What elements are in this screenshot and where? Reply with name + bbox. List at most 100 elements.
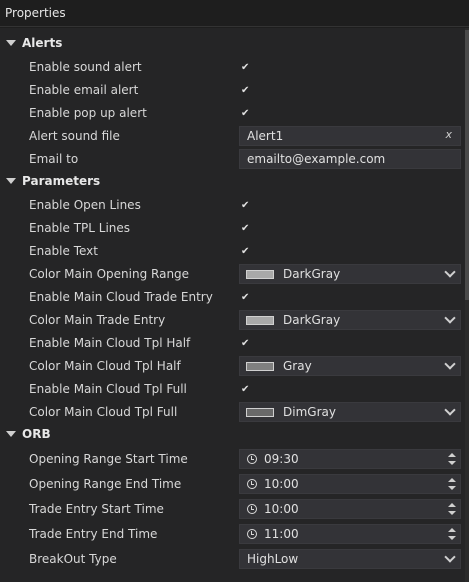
checkbox-enable-main-cloud-trade-entry[interactable]: ✔ (241, 292, 249, 303)
color-main-cloud-tpl-half-value: Gray (283, 359, 312, 373)
label-enable-email-alert: Enable email alert (29, 83, 139, 97)
alert-sound-file-input[interactable]: Alert1 x (239, 126, 461, 146)
color-swatch (246, 408, 274, 417)
spinner-arrows-icon[interactable] (448, 451, 456, 467)
section-alerts[interactable]: Alerts (0, 33, 465, 55)
label-color-main-cloud-tpl-half: Color Main Cloud Tpl Half (29, 359, 181, 373)
label-enable-sound-alert: Enable sound alert (29, 60, 142, 74)
clock-icon (247, 479, 257, 489)
label-color-main-cloud-tpl-full: Color Main Cloud Tpl Full (29, 405, 178, 419)
label-opening-range-end-time: Opening Range End Time (29, 477, 182, 491)
row-enable-sound-alert: Enable sound alert ✔ (0, 56, 465, 79)
label-alert-sound-file: Alert sound file (29, 129, 120, 143)
chevron-down-icon[interactable] (6, 431, 16, 437)
label-opening-range-start-time: Opening Range Start Time (29, 452, 188, 466)
color-swatch (246, 270, 274, 279)
clock-icon (247, 454, 257, 464)
spinner-arrows-icon[interactable] (448, 476, 456, 492)
section-title-parameters: Parameters (22, 174, 101, 188)
color-main-cloud-tpl-full-value: DimGray (283, 405, 336, 419)
row-enable-popup-alert: Enable pop up alert ✔ (0, 102, 465, 125)
row-opening-range-start-time: Opening Range Start Time 09:30 (0, 448, 465, 471)
section-orb[interactable]: ORB (0, 424, 465, 446)
checkbox-enable-main-cloud-tpl-full[interactable]: ✔ (241, 384, 249, 395)
section-title-orb: ORB (22, 427, 51, 441)
row-trade-entry-start-time: Trade Entry Start Time 10:00 (0, 498, 465, 521)
row-color-main-cloud-tpl-full: Color Main Cloud Tpl Full DimGray (0, 401, 465, 424)
section-parameters[interactable]: Parameters (0, 171, 465, 193)
checkbox-enable-sound-alert[interactable]: ✔ (241, 62, 249, 73)
color-main-cloud-tpl-half-select[interactable]: Gray (239, 356, 461, 376)
row-enable-open-lines: Enable Open Lines ✔ (0, 194, 465, 217)
row-enable-main-cloud-trade-entry: Enable Main Cloud Trade Entry ✔ (0, 286, 465, 309)
chevron-down-icon[interactable] (444, 551, 456, 563)
label-trade-entry-end-time: Trade Entry End Time (29, 527, 158, 541)
trade-entry-start-time-input[interactable]: 10:00 (239, 499, 461, 519)
window-title-bar: Properties (0, 0, 469, 27)
properties-panel: Alerts Enable sound alert ✔ Enable email… (0, 28, 465, 582)
color-main-opening-range-select[interactable]: DarkGray (239, 264, 461, 284)
color-swatch (246, 362, 274, 371)
spinner-arrows-icon[interactable] (448, 526, 456, 542)
checkbox-enable-text[interactable]: ✔ (241, 246, 249, 257)
color-main-trade-entry-value: DarkGray (283, 313, 341, 327)
opening-range-start-time-input[interactable]: 09:30 (239, 449, 461, 469)
clock-icon (247, 504, 257, 514)
color-swatch (246, 316, 274, 325)
trade-entry-end-time-value: 11:00 (264, 527, 299, 541)
opening-range-start-time-value: 09:30 (264, 452, 299, 466)
checkbox-enable-email-alert[interactable]: ✔ (241, 85, 249, 96)
breakout-type-select[interactable]: HighLow (239, 549, 461, 569)
checkbox-enable-open-lines[interactable]: ✔ (241, 200, 249, 211)
label-email-to: Email to (29, 152, 79, 166)
row-enable-main-cloud-tpl-full: Enable Main Cloud Tpl Full ✔ (0, 378, 465, 401)
chevron-down-icon[interactable] (444, 358, 456, 370)
chevron-down-icon[interactable] (6, 40, 16, 46)
row-enable-main-cloud-tpl-half: Enable Main Cloud Tpl Half ✔ (0, 332, 465, 355)
row-trade-entry-end-time: Trade Entry End Time 11:00 (0, 523, 465, 546)
chevron-down-icon[interactable] (444, 266, 456, 278)
email-to-value: emailto@example.com (247, 152, 386, 166)
chevron-down-icon[interactable] (444, 312, 456, 324)
label-breakout-type: BreakOut Type (29, 552, 117, 566)
label-trade-entry-start-time: Trade Entry Start Time (29, 502, 164, 516)
checkbox-enable-popup-alert[interactable]: ✔ (241, 108, 249, 119)
window-title: Properties (5, 6, 66, 20)
color-main-trade-entry-select[interactable]: DarkGray (239, 310, 461, 330)
color-main-opening-range-value: DarkGray (283, 267, 341, 281)
clear-icon[interactable]: x (445, 128, 452, 141)
opening-range-end-time-value: 10:00 (264, 477, 299, 491)
alert-sound-file-value: Alert1 (247, 129, 284, 143)
row-email-to: Email to emailto@example.com (0, 148, 465, 171)
label-enable-main-cloud-tpl-full: Enable Main Cloud Tpl Full (29, 382, 187, 396)
breakout-type-value: HighLow (247, 552, 299, 566)
scrollbar-thumb[interactable] (465, 30, 469, 300)
row-enable-text: Enable Text ✔ (0, 240, 465, 263)
checkbox-enable-tpl-lines[interactable]: ✔ (241, 223, 249, 234)
checkbox-enable-main-cloud-tpl-half[interactable]: ✔ (241, 338, 249, 349)
opening-range-end-time-input[interactable]: 10:00 (239, 474, 461, 494)
chevron-down-icon[interactable] (6, 178, 16, 184)
label-color-main-opening-range: Color Main Opening Range (29, 267, 190, 281)
chevron-down-icon[interactable] (444, 404, 456, 416)
color-main-cloud-tpl-full-select[interactable]: DimGray (239, 402, 461, 422)
label-enable-popup-alert: Enable pop up alert (29, 106, 147, 120)
row-color-main-opening-range: Color Main Opening Range DarkGray (0, 263, 465, 286)
trade-entry-end-time-input[interactable]: 11:00 (239, 524, 461, 544)
row-opening-range-end-time: Opening Range End Time 10:00 (0, 473, 465, 496)
row-color-main-trade-entry: Color Main Trade Entry DarkGray (0, 309, 465, 332)
label-enable-main-cloud-trade-entry: Enable Main Cloud Trade Entry (29, 290, 213, 304)
row-enable-email-alert: Enable email alert ✔ (0, 79, 465, 102)
email-to-input[interactable]: emailto@example.com (239, 149, 461, 169)
row-enable-tpl-lines: Enable TPL Lines ✔ (0, 217, 465, 240)
label-enable-open-lines: Enable Open Lines (29, 198, 141, 212)
label-enable-main-cloud-tpl-half: Enable Main Cloud Tpl Half (29, 336, 191, 350)
row-breakout-type: BreakOut Type HighLow (0, 548, 465, 571)
label-enable-text: Enable Text (29, 244, 98, 258)
label-color-main-trade-entry: Color Main Trade Entry (29, 313, 166, 327)
spinner-arrows-icon[interactable] (448, 501, 456, 517)
label-enable-tpl-lines: Enable TPL Lines (29, 221, 131, 235)
trade-entry-start-time-value: 10:00 (264, 502, 299, 516)
row-alert-sound-file: Alert sound file Alert1 x (0, 125, 465, 148)
section-title-alerts: Alerts (22, 36, 63, 50)
